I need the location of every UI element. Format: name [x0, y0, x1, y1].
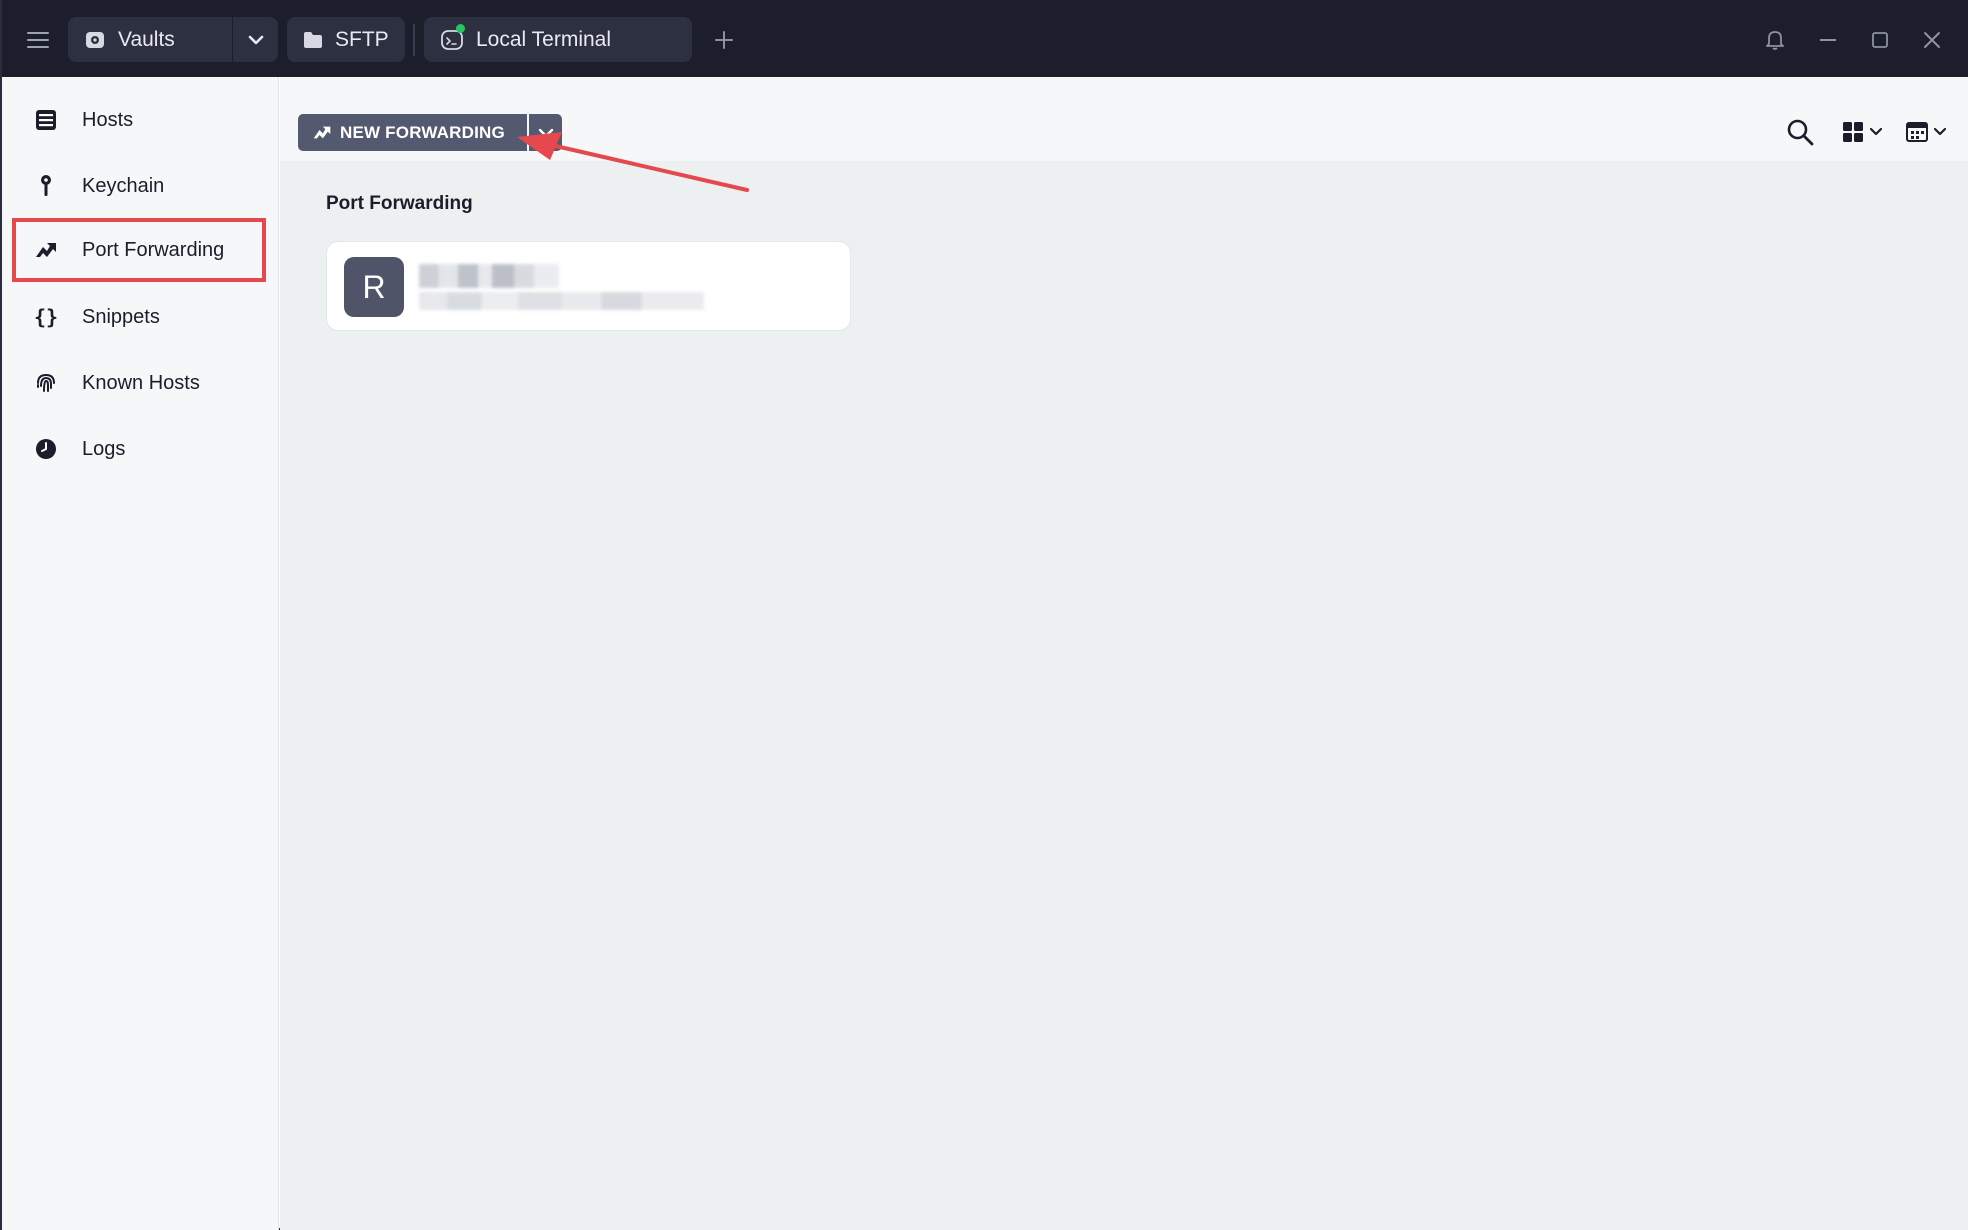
sidebar-item-label: Keychain: [82, 174, 165, 197]
chevron-down-icon: [248, 35, 263, 44]
sidebar-item-label: Port Forwarding: [82, 238, 225, 261]
sidebar-item-keychain[interactable]: Keychain: [12, 155, 266, 217]
fingerprint-icon: [30, 372, 62, 394]
sidebar-item-label: Known Hosts: [82, 371, 200, 394]
sidebar-item-port-forwarding[interactable]: Port Forwarding: [12, 218, 266, 282]
grid-view-icon[interactable]: [1841, 115, 1891, 149]
sidebar-item-label: Hosts: [82, 108, 134, 131]
redacted-rule-name: [419, 264, 559, 288]
main-content: NEW FORWARDING Port Forwarding R: [280, 77, 1968, 1230]
clock-icon: [30, 438, 62, 460]
sidebar-item-known-hosts[interactable]: Known Hosts: [12, 352, 266, 414]
chevron-down-icon: [538, 128, 553, 137]
connected-status-dot: [456, 23, 465, 33]
tab-local-terminal[interactable]: Local Terminal: [424, 17, 692, 62]
new-forwarding-label: NEW FORWARDING: [340, 122, 505, 142]
new-forwarding-dropdown-button[interactable]: [529, 114, 562, 151]
search-icon[interactable]: [1786, 114, 1822, 150]
braces-icon: {}: [33, 305, 59, 329]
vault-icon: [84, 29, 106, 51]
add-tab-icon[interactable]: [708, 24, 740, 56]
sidebar-item-hosts[interactable]: Hosts: [12, 89, 266, 151]
port-forwarding-icon: [312, 125, 332, 140]
sidebar-item-label: Snippets: [82, 305, 160, 328]
redacted-rule-details: [419, 292, 704, 310]
sidebar-item-label: Logs: [82, 437, 126, 460]
port-forwarding-rule-card[interactable]: R: [326, 241, 851, 331]
sidebar-item-snippets[interactable]: {} Snippets: [12, 286, 266, 348]
new-forwarding-button[interactable]: NEW FORWARDING: [298, 114, 527, 151]
sidebar-item-logs[interactable]: Logs: [12, 418, 266, 480]
app-window: Vaults SFTP Local Terminal Hosts Keychai…: [0, 0, 1968, 1230]
sidebar: Hosts Keychain Port Forwarding {} Snippe…: [2, 77, 279, 1230]
tab-vaults[interactable]: Vaults: [68, 17, 232, 62]
folder-icon: [303, 31, 323, 49]
rule-avatar: R: [344, 257, 404, 317]
toolbar: NEW FORWARDING: [280, 77, 1968, 161]
tab-label: Vaults: [118, 27, 175, 51]
tab-label: SFTP: [335, 27, 389, 51]
hamburger-menu-icon[interactable]: [22, 24, 54, 56]
port-forwarding-icon: [30, 241, 62, 259]
tab-divider: [413, 24, 415, 56]
bell-icon[interactable]: [1759, 24, 1791, 56]
tab-sftp[interactable]: SFTP: [287, 17, 405, 62]
tab-label: Local Terminal: [476, 27, 612, 51]
close-icon[interactable]: [1916, 24, 1948, 56]
vaults-dropdown-button[interactable]: [233, 17, 278, 62]
key-icon: [30, 174, 62, 198]
title-bar: Vaults SFTP Local Terminal: [2, 0, 1968, 77]
maximize-icon[interactable]: [1864, 24, 1896, 56]
calendar-sort-icon[interactable]: [1905, 115, 1957, 149]
section-title: Port Forwarding: [326, 193, 473, 214]
hosts-icon: [30, 109, 62, 131]
minimize-icon[interactable]: [1812, 24, 1844, 56]
terminal-icon: [440, 23, 465, 52]
